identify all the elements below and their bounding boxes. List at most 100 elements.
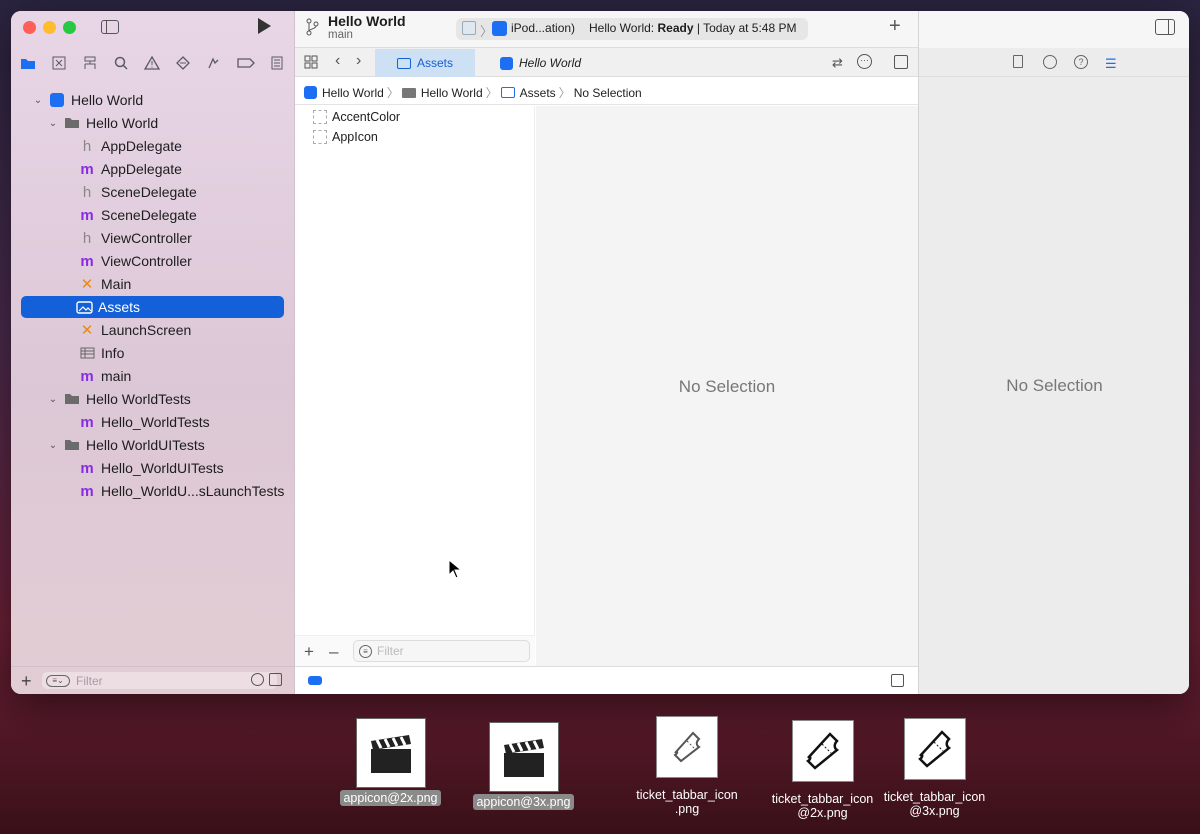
report-icon[interactable] bbox=[268, 54, 286, 72]
inspector-no-selection: No Selection bbox=[1006, 376, 1103, 395]
clapperboard-icon bbox=[355, 718, 426, 788]
objc-file-icon: m bbox=[80, 252, 94, 270]
add-icon[interactable]: + bbox=[21, 671, 32, 692]
desktop-file-ticket-2x[interactable]: ticket_tabbar_icon @2x.png bbox=[760, 720, 885, 820]
disclosure-chevron-icon[interactable]: ⌄ bbox=[47, 394, 59, 405]
sidebar-item-viewcontroller[interactable]: h ViewController bbox=[32, 227, 294, 249]
sidebar-item-main[interactable]: m main bbox=[32, 365, 294, 387]
tab-assets[interactable]: Assets bbox=[375, 49, 475, 77]
sidebar-item-viewcontroller[interactable]: m ViewController bbox=[32, 250, 294, 272]
file-name: appicon@2x.png bbox=[340, 790, 441, 806]
debug-area-indicator-icon[interactable] bbox=[308, 676, 322, 685]
desktop-file-ticket-3x[interactable]: ticket_tabbar_icon @3x.png bbox=[872, 718, 997, 818]
sidebar-toggle-icon[interactable] bbox=[101, 20, 119, 34]
sidebar-item-label: AppDelegate bbox=[101, 138, 182, 154]
minimize-window-button[interactable] bbox=[43, 21, 56, 34]
file-inspector-icon[interactable] bbox=[1013, 55, 1023, 68]
back-icon[interactable]: ‹ bbox=[335, 52, 340, 70]
navigator-filter-field[interactable]: ≡⌄ Filter bbox=[42, 672, 277, 689]
more-options-icon[interactable]: ··· bbox=[857, 54, 872, 69]
library-add-icon[interactable]: + bbox=[889, 15, 901, 38]
test-diamond-icon[interactable] bbox=[174, 54, 192, 72]
source-control-icon[interactable] bbox=[50, 54, 68, 72]
swap-icon[interactable]: ⇄ bbox=[832, 55, 843, 71]
project-icon bbox=[500, 56, 513, 70]
sidebar-item-hello-world[interactable]: ⌄ Hello World bbox=[32, 89, 294, 111]
editor-no-selection: No Selection bbox=[678, 377, 776, 396]
file-name: ticket_tabbar_icon @3x.png bbox=[883, 790, 986, 818]
sidebar-item-appdelegate[interactable]: m AppDelegate bbox=[32, 158, 294, 180]
disclosure-chevron-icon[interactable]: ⌄ bbox=[47, 118, 59, 129]
breadcrumb-selection[interactable]: No Selection bbox=[574, 86, 642, 100]
objc-file-icon: m bbox=[80, 206, 94, 224]
run-icon[interactable] bbox=[258, 18, 271, 34]
sidebar-item-scenedelegate[interactable]: m SceneDelegate bbox=[32, 204, 294, 226]
branch-name: main bbox=[328, 29, 353, 41]
sidebar-item-assets[interactable]: Assets bbox=[21, 296, 284, 318]
folder-icon[interactable] bbox=[19, 54, 37, 72]
storyboard-icon: ✕ bbox=[80, 276, 94, 293]
header-file-icon: h bbox=[82, 137, 92, 155]
inspector-toggle-icon[interactable] bbox=[1155, 19, 1175, 35]
remove-asset-icon[interactable]: – bbox=[329, 642, 338, 662]
recent-files-icon[interactable] bbox=[251, 673, 264, 686]
sidebar-item-label: SceneDelegate bbox=[101, 207, 197, 223]
desktop-file-ticket[interactable]: ticket_tabbar_icon .png bbox=[622, 716, 752, 816]
disclosure-chevron-icon[interactable]: ⌄ bbox=[32, 95, 44, 106]
sidebar-item-hello-worldtests[interactable]: m Hello_WorldTests bbox=[32, 411, 294, 433]
scheme-icon[interactable] bbox=[462, 21, 476, 35]
device-icon[interactable] bbox=[492, 21, 507, 36]
asset-filter-placeholder: Filter bbox=[377, 644, 404, 658]
ticket-icon bbox=[903, 718, 966, 780]
breakpoint-icon[interactable] bbox=[236, 54, 256, 72]
sidebar-item-label: AppDelegate bbox=[101, 161, 182, 177]
sidebar-item-appdelegate[interactable]: h AppDelegate bbox=[32, 135, 294, 157]
help-inspector-icon[interactable]: ? bbox=[1074, 55, 1088, 69]
warning-icon[interactable] bbox=[143, 54, 161, 72]
folder-icon bbox=[401, 87, 416, 98]
sidebar-item-label: LaunchScreen bbox=[101, 322, 192, 338]
plist-icon bbox=[78, 345, 96, 361]
tab-hello-world[interactable]: Hello World bbox=[500, 49, 581, 77]
navigator-sidebar: ⌄ Hello World ⌄ Hello World h AppDelegate m App… bbox=[11, 11, 295, 694]
asset-item-accentcolor[interactable]: AccentColor bbox=[313, 110, 400, 124]
breadcrumb-assets[interactable]: Assets bbox=[520, 86, 556, 100]
breadcrumb-project[interactable]: Hello World bbox=[322, 86, 384, 100]
forward-icon[interactable]: › bbox=[356, 52, 361, 70]
sidebar-item-label: Hello World bbox=[71, 92, 144, 108]
desktop-file-appicon-3x[interactable]: appicon@3x.png bbox=[466, 722, 581, 810]
toggle-debug-area-icon[interactable] bbox=[891, 674, 904, 687]
breadcrumb-group[interactable]: Hello World bbox=[421, 86, 483, 100]
sidebar-item-hello-worldtests[interactable]: ⌄ Hello WorldTests bbox=[32, 388, 294, 410]
history-inspector-icon[interactable] bbox=[1043, 55, 1057, 69]
hierarchy-icon[interactable] bbox=[81, 54, 99, 72]
zoom-window-button[interactable] bbox=[63, 21, 76, 34]
close-window-button[interactable] bbox=[23, 21, 36, 34]
debug-icon[interactable] bbox=[205, 54, 223, 72]
asset-filter-field[interactable]: ≡ Filter bbox=[353, 640, 530, 662]
sidebar-item-info[interactable]: Info bbox=[32, 342, 294, 364]
asset-item-appicon[interactable]: AppIcon bbox=[313, 130, 378, 144]
sidebar-item-hello-world[interactable]: ⌄ Hello World bbox=[32, 112, 294, 134]
asset-label: AppIcon bbox=[332, 130, 378, 144]
scm-filter-icon[interactable] bbox=[269, 673, 282, 686]
sidebar-item-label: Hello_WorldUITests bbox=[101, 460, 224, 476]
desktop-file-appicon-2x[interactable]: appicon@2x.png bbox=[333, 718, 448, 806]
sidebar-item-label: Hello WorldTests bbox=[86, 391, 191, 407]
disclosure-chevron-icon[interactable]: ⌄ bbox=[47, 440, 59, 451]
objc-file-icon: m bbox=[80, 482, 94, 500]
sidebar-item-hello-worlduitests[interactable]: ⌄ Hello WorldUITests bbox=[32, 434, 294, 456]
scheme-device[interactable]: iPod...ation) bbox=[511, 21, 575, 35]
search-icon[interactable] bbox=[112, 54, 130, 72]
file-name: appicon@3x.png bbox=[473, 794, 574, 810]
sidebar-item-scenedelegate[interactable]: h SceneDelegate bbox=[32, 181, 294, 203]
sidebar-item-main[interactable]: ✕ Main bbox=[32, 273, 294, 295]
split-editor-icon[interactable] bbox=[894, 55, 908, 69]
tab-assets-label: Assets bbox=[416, 56, 453, 70]
related-items-icon[interactable] bbox=[304, 55, 318, 72]
sidebar-item-hello-worlduitests[interactable]: m Hello_WorldUITests bbox=[32, 457, 294, 479]
attributes-inspector-icon[interactable]: ☰ bbox=[1105, 56, 1117, 72]
sidebar-item-hello-worldu-slaunchtests[interactable]: m Hello_WorldU...sLaunchTests bbox=[32, 480, 294, 502]
sidebar-item-launchscreen[interactable]: ✕ LaunchScreen bbox=[32, 319, 294, 341]
add-asset-icon[interactable]: + bbox=[304, 642, 314, 662]
